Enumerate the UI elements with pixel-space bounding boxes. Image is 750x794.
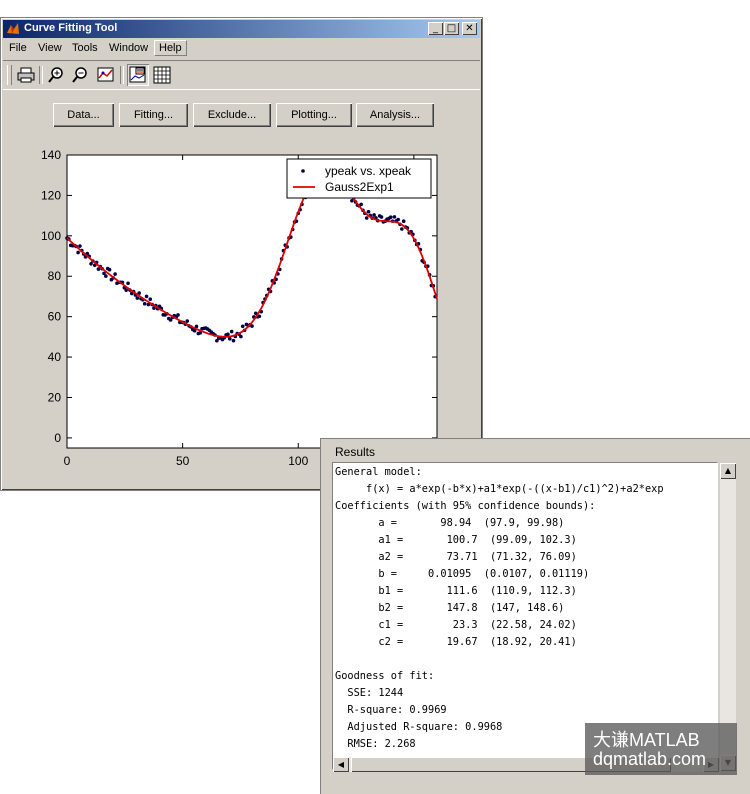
watermark-line2: dqmatlab.com (593, 749, 707, 769)
results-line: Goodness of fit: (335, 670, 435, 682)
curve-fitting-window: Curve Fitting Tool _ □ ✕ File View Tools… (0, 17, 483, 491)
watermark: 大谦MATLAB dqmatlab.com (585, 723, 737, 775)
exclude-button[interactable]: Exclude... (193, 103, 271, 127)
data-button[interactable]: Data... (53, 103, 114, 127)
zoom-out-icon[interactable] (69, 64, 91, 86)
minimize-button[interactable]: _ (428, 22, 443, 35)
scroll-up-arrow-icon[interactable]: ▲ (720, 463, 736, 479)
window-title: Curve Fitting Tool (24, 22, 118, 34)
menu-file[interactable]: File (9, 42, 27, 54)
results-line: RMSE: 2.268 (335, 738, 416, 750)
menu-tools[interactable]: Tools (72, 42, 98, 54)
data-cursor-icon[interactable] (95, 64, 117, 86)
matlab-logo-icon (7, 23, 19, 34)
title-bar[interactable]: Curve Fitting Tool _ □ ✕ (3, 20, 480, 38)
results-line: a2 = 73.71 (71.32, 76.09) (335, 551, 577, 563)
analysis-button[interactable]: Analysis... (356, 103, 434, 127)
results-line: Adjusted R-square: 0.9968 (335, 721, 503, 733)
toolbar (3, 60, 480, 90)
print-icon[interactable] (15, 64, 37, 86)
results-line: General model: (335, 466, 422, 478)
results-line: R-square: 0.9969 (335, 704, 447, 716)
results-line: SSE: 1244 (335, 687, 404, 699)
toolbar-grip[interactable] (7, 65, 12, 85)
legend-icon[interactable] (127, 64, 149, 86)
plotting-button[interactable]: Plotting... (276, 103, 352, 127)
toolbar-separator (39, 66, 43, 84)
menu-bar: File View Tools Window Help (3, 39, 480, 58)
results-label: Results (335, 445, 376, 459)
menu-view[interactable]: View (38, 42, 62, 54)
results-line: f(x) = a*exp(-b*x)+a1*exp(-((x-b1)/c1)^2… (335, 483, 664, 495)
scroll-left-arrow-icon[interactable]: ◀ (333, 757, 349, 772)
results-line: c2 = 19.67 (18.92, 20.41) (335, 636, 577, 648)
results-line: b2 = 147.8 (147, 148.6) (335, 602, 565, 614)
grid-icon[interactable] (151, 64, 173, 86)
toolbar-separator (120, 66, 124, 84)
results-line: a1 = 100.7 (99.09, 102.3) (335, 534, 577, 546)
menu-help[interactable]: Help (154, 40, 187, 56)
fitting-button[interactable]: Fitting... (119, 103, 188, 127)
maximize-button[interactable]: □ (444, 22, 459, 35)
results-line: Coefficients (with 95% confidence bounds… (335, 500, 596, 512)
close-button[interactable]: ✕ (462, 22, 477, 35)
results-line: a = 98.94 (97.9, 99.98) (335, 517, 565, 529)
results-line: b = 0.01095 (0.0107, 0.01119) (335, 568, 590, 580)
results-line: b1 = 111.6 (110.9, 112.3) (335, 585, 577, 597)
menu-window[interactable]: Window (109, 42, 148, 54)
zoom-in-icon[interactable] (45, 64, 67, 86)
results-line: c1 = 23.3 (22.58, 24.02) (335, 619, 577, 631)
